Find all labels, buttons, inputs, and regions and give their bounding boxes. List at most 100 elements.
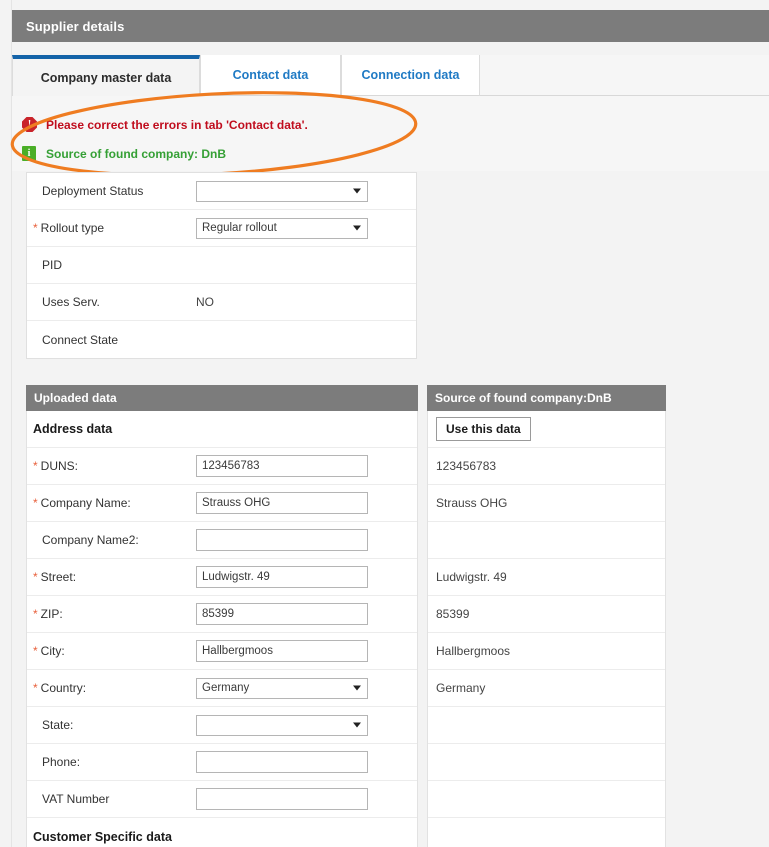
table-row: Connect State — [27, 321, 416, 358]
city-input[interactable]: Hallbergmoos — [196, 640, 368, 662]
field-label-row: VAT Number — [33, 792, 196, 806]
field-label: City: — [40, 644, 65, 658]
city-value: Hallbergmoos — [202, 645, 273, 657]
uploaded-data-pane: Uploaded data Address data * DUNS: 12345… — [26, 385, 418, 847]
use-this-data-button[interactable]: Use this data — [436, 417, 531, 441]
company-name2-input[interactable] — [196, 529, 368, 551]
company-name-value: Strauss OHG — [202, 497, 271, 509]
required-asterisk: * — [33, 459, 38, 473]
field-label: Rollout type — [40, 221, 105, 235]
field-label: Company Name2: — [42, 533, 139, 547]
table-row: * City: Hallbergmoos — [27, 633, 417, 670]
source-duns-value: 123456783 — [436, 459, 497, 473]
source-company-body: Use this data 123456783 Strauss OHG Ludw… — [427, 411, 666, 847]
rollout-type-select[interactable]: Regular rollout — [196, 217, 368, 239]
tab-label: Company master data — [40, 70, 172, 85]
uses-serv-value: NO — [196, 295, 214, 309]
table-row: * Rollout type Regular rollout — [27, 210, 416, 247]
source-city-value: Hallbergmoos — [436, 644, 511, 658]
chevron-down-icon — [353, 225, 361, 231]
uploaded-data-header: Uploaded data — [26, 385, 418, 411]
supplier-details-page: Supplier details Company master data Con… — [0, 0, 769, 847]
table-row: Phone: — [27, 744, 417, 781]
table-row: * ZIP: 85399 — [27, 596, 417, 633]
info-message-text: Source of found company: DnB — [46, 146, 226, 161]
field-label-row: * Country: — [33, 681, 196, 695]
table-row: * DUNS: 123456783 — [27, 448, 417, 485]
tab-contact-data[interactable]: Contact data — [200, 55, 341, 96]
table-row: * Country: Germany — [27, 670, 417, 707]
field-label: Street: — [40, 570, 77, 584]
country-value: Germany — [202, 682, 250, 694]
table-row — [428, 818, 665, 847]
table-row: PID — [27, 247, 416, 284]
page-title: Supplier details — [26, 18, 125, 34]
table-row: * Company Name: Strauss OHG — [27, 485, 417, 522]
tab-company-master-data[interactable]: Company master data — [12, 55, 200, 96]
section-title-text: Customer Specific data — [33, 829, 172, 844]
field-label-row: * Rollout type — [33, 221, 196, 235]
field-label: Country: — [40, 681, 87, 695]
source-company-header: Source of found company:DnB — [427, 385, 666, 411]
window-titlebar: Supplier details — [12, 10, 769, 42]
field-label: Uses Serv. — [42, 295, 100, 309]
table-row: Deployment Status — [27, 173, 416, 210]
street-value: Ludwigstr. 49 — [202, 571, 270, 583]
error-icon-glyph: ! — [27, 118, 32, 130]
tab-label: Connection data — [361, 68, 460, 82]
message-area: ! Please correct the errors in tab 'Cont… — [12, 96, 769, 171]
company-name-input[interactable]: Strauss OHG — [196, 492, 368, 514]
field-label: State: — [42, 718, 74, 732]
tab-connection-data[interactable]: Connection data — [341, 55, 480, 96]
field-label: ZIP: — [40, 607, 63, 621]
deployment-status-select[interactable] — [196, 180, 368, 202]
required-asterisk: * — [33, 496, 38, 510]
source-company-pane: Source of found company:DnB Use this dat… — [427, 385, 666, 847]
vat-number-input[interactable] — [196, 788, 368, 810]
phone-input[interactable] — [196, 751, 368, 773]
state-select[interactable] — [196, 714, 368, 736]
info-message: i Source of found company: DnB — [12, 139, 769, 168]
info-icon-glyph: i — [27, 147, 31, 159]
field-label-row: Uses Serv. — [33, 295, 196, 309]
section-title-text: Address data — [33, 422, 113, 436]
field-label-row: Deployment Status — [33, 184, 196, 198]
required-asterisk: * — [33, 607, 38, 621]
table-row: Strauss OHG — [428, 485, 665, 522]
source-zip-value: 85399 — [436, 607, 470, 621]
field-label-row: Company Name2: — [33, 533, 196, 547]
error-message: ! Please correct the errors in tab 'Cont… — [12, 110, 769, 139]
table-row: 123456783 — [428, 448, 665, 485]
field-label: Company Name: — [40, 496, 131, 510]
required-asterisk: * — [33, 570, 38, 584]
field-label: Deployment Status — [42, 184, 144, 198]
field-label: PID — [42, 258, 63, 272]
error-octagon-icon: ! — [22, 117, 37, 132]
country-select[interactable]: Germany — [196, 677, 368, 699]
chevron-down-icon — [353, 188, 361, 194]
info-square-icon: i — [22, 146, 37, 161]
table-row: Ludwigstr. 49 — [428, 559, 665, 596]
field-label-row: Connect State — [33, 333, 196, 347]
field-label-row: * ZIP: — [33, 607, 196, 621]
field-label-row: Phone: — [33, 755, 196, 769]
duns-input[interactable]: 123456783 — [196, 455, 368, 477]
street-input[interactable]: Ludwigstr. 49 — [196, 566, 368, 588]
zip-input[interactable]: 85399 — [196, 603, 368, 625]
source-country-value: Germany — [436, 681, 486, 695]
duns-value: 123456783 — [202, 460, 260, 472]
table-row: Hallbergmoos — [428, 633, 665, 670]
tab-strip: Company master data Contact data Connect… — [12, 55, 769, 96]
table-row — [428, 522, 665, 559]
tab-label: Contact data — [232, 68, 309, 82]
field-label-row: * DUNS: — [33, 459, 196, 473]
table-row — [428, 781, 665, 818]
table-row: Company Name2: — [27, 522, 417, 559]
field-label-row: * City: — [33, 644, 196, 658]
field-label-row: State: — [33, 718, 196, 732]
rollout-type-value: Regular rollout — [202, 222, 277, 234]
table-row — [428, 707, 665, 744]
source-street-value: Ludwigstr. 49 — [436, 570, 507, 584]
required-asterisk: * — [33, 221, 38, 235]
field-label: Connect State — [42, 332, 119, 347]
